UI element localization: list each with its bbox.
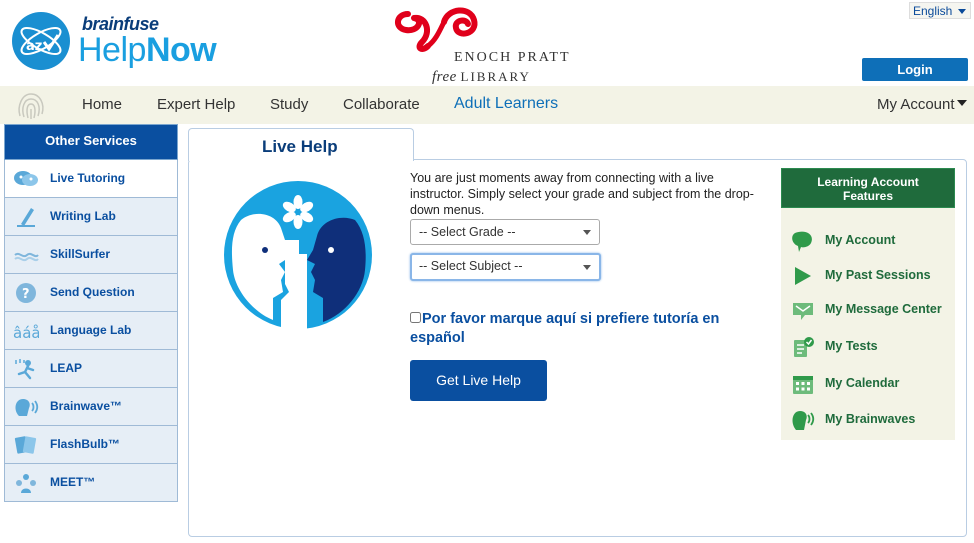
sidebar-item-label: LEAP [50,361,83,375]
spanish-option: Por favor marque aquí si prefiere tutorí… [410,310,770,348]
svg-text:?: ? [22,287,30,302]
learning-account-features: Learning Account Features My Account My … [781,168,955,440]
sidebar-item-brainwave[interactable]: Brainwave™ [4,388,178,426]
brainfuse-logo[interactable]: az [12,12,70,70]
speech-bubble-icon [792,231,812,252]
sidebar-item-label: Writing Lab [50,209,116,223]
svg-text:âáå: âáå [13,324,39,342]
brainwave-icon [792,411,815,430]
spanish-checkbox[interactable] [410,312,421,323]
feature-my-past-sessions[interactable]: My Past Sessions [781,263,955,289]
grade-select-value: -- Select Grade -- [419,225,516,239]
chevron-down-icon [583,265,591,270]
tab-live-help-label: Live Help [262,137,338,156]
nav-study[interactable]: Study [270,96,308,113]
chevron-down-icon [958,9,966,14]
feature-my-tests[interactable]: My Tests [781,334,955,360]
spanish-label[interactable]: Por favor marque aquí si prefiere tutorí… [410,311,719,346]
brand-helpnow: HelpNow [78,30,217,70]
library-library-text: LIBRARY [460,69,531,84]
test-clipboard-icon [794,337,814,357]
features-title-line1: Learning Account [817,175,919,189]
enoch-pratt-logo-icon [395,7,478,52]
my-account-menu[interactable]: My Account [877,96,967,113]
intro-text: You are just moments away from connectin… [410,171,754,217]
brainwave-icon [15,399,39,416]
library-free-text: free [432,69,457,85]
question-mark-icon: ? [16,283,36,303]
feature-label: My Message Center [825,302,942,316]
feature-my-calendar[interactable]: My Calendar [781,371,955,397]
grade-select[interactable]: -- Select Grade -- [410,219,600,245]
sidebar-item-label: Live Tutoring [50,171,126,185]
features-title: Learning Account Features [781,168,955,208]
leap-icon [15,359,35,380]
feature-label: My Account [825,233,896,247]
sidebar-item-label: FlashBulb™ [50,437,121,451]
my-account-label: My Account [877,96,955,113]
other-services-sidebar: Other Services Live Tutoring Writing Lab… [4,124,178,502]
fingerprint-icon[interactable] [14,90,48,120]
language-value: English [913,4,953,18]
feature-label: My Brainwaves [825,412,916,426]
sidebar-item-label: Language Lab [50,323,132,337]
feature-label: My Tests [825,339,878,353]
feature-my-message-center[interactable]: My Message Center [781,297,955,323]
sidebar-item-send-question[interactable]: ? Send Question [4,274,178,312]
envelope-icon [793,303,813,320]
sidebar-item-label: Brainwave™ [50,399,123,413]
login-button[interactable]: Login [862,58,968,81]
sidebar-item-writing-lab[interactable]: Writing Lab [4,198,178,236]
sidebar-item-label: MEET™ [50,475,96,489]
subject-select-value: -- Select Subject -- [419,259,523,273]
nav-expert-help[interactable]: Expert Help [157,96,235,113]
features-title-line2: Features [842,189,894,203]
library-name: ENOCH PRATT [454,50,571,65]
sidebar-item-live-tutoring[interactable]: Live Tutoring [4,160,178,198]
meet-people-icon [16,474,36,493]
library-subtitle: free LIBRARY [432,69,531,86]
feature-my-brainwaves[interactable]: My Brainwaves [781,407,955,433]
feature-label: My Past Sessions [825,268,931,282]
nav-adult-learners[interactable]: Adult Learners [454,95,558,113]
sidebar-item-label: Send Question [50,285,135,299]
sidebar-item-language-lab[interactable]: âáå Language Lab [4,312,178,350]
feature-label: My Calendar [825,376,900,390]
play-icon [795,267,811,285]
feature-my-account[interactable]: My Account [781,228,955,254]
calendar-icon [793,376,813,394]
accented-letters-icon: âáå [13,324,39,342]
live-help-illustration-icon [224,181,372,330]
header: az brainfuse HelpNow ENOCH PRATT free LI… [0,0,974,86]
caret-down-icon [956,100,967,106]
nav-collaborate[interactable]: Collaborate [343,96,420,113]
sidebar-item-leap[interactable]: LEAP [4,350,178,388]
chat-bubbles-icon [14,171,38,186]
atom-az-icon: az [13,13,69,69]
sidebar-title: Other Services [4,124,178,160]
sidebar-item-skillsurfer[interactable]: SkillSurfer [4,236,178,274]
brand-now-text: Now [145,31,217,69]
wave-icon [14,252,39,262]
main-nav: Home Expert Help Study Collaborate Adult… [0,86,974,124]
sidebar-item-flashbulb[interactable]: FlashBulb™ [4,426,178,464]
subject-select[interactable]: -- Select Subject -- [410,253,601,281]
get-live-help-button[interactable]: Get Live Help [410,360,547,401]
chevron-down-icon [583,230,591,235]
nav-home[interactable]: Home [82,96,122,113]
sidebar-item-meet[interactable]: MEET™ [4,464,178,502]
pencil-icon [17,208,35,227]
brand-help-text: Help [78,31,146,69]
language-select[interactable]: English [909,2,971,19]
flashcards-icon [14,436,37,454]
svg-text:az: az [26,39,42,54]
sidebar-item-label: SkillSurfer [50,247,111,261]
